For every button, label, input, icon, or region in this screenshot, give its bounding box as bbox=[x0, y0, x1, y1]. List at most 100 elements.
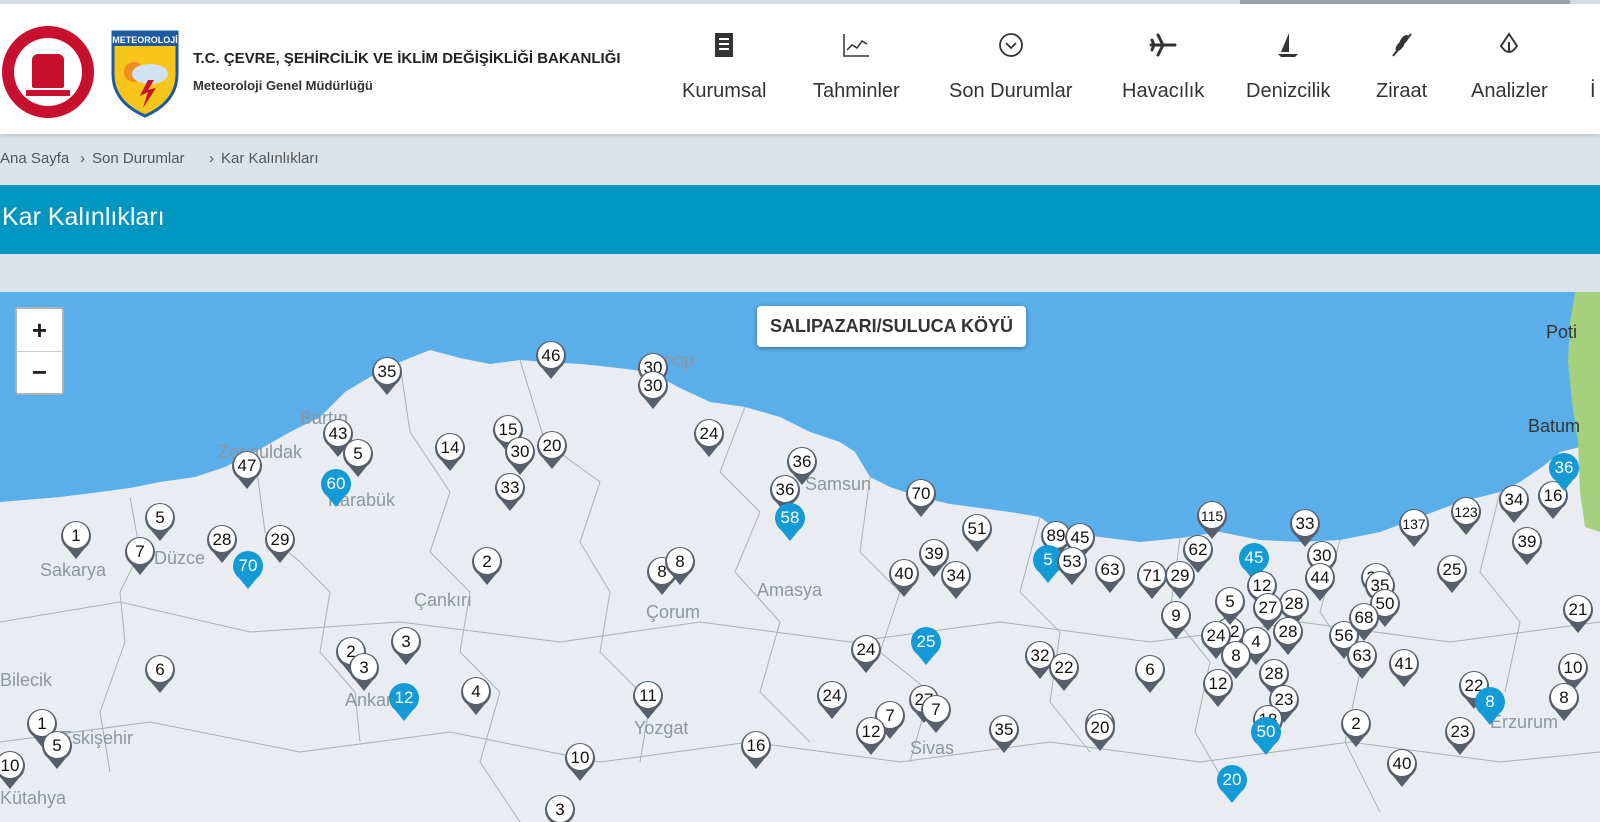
station-marker[interactable]: 34 bbox=[941, 561, 971, 599]
station-marker[interactable]: 29 bbox=[1165, 561, 1195, 599]
nav-son-durumlar[interactable]: Son Durumlar bbox=[949, 32, 1072, 103]
station-marker[interactable]: 115 bbox=[1197, 501, 1227, 539]
station-marker[interactable]: 35 bbox=[989, 715, 1019, 753]
station-marker[interactable]: 5 bbox=[145, 503, 175, 541]
station-marker[interactable]: 10 bbox=[565, 743, 595, 781]
station-marker[interactable]: 51 bbox=[962, 514, 992, 552]
station-marker[interactable]: 33 bbox=[1290, 509, 1320, 547]
airplane-icon bbox=[1122, 32, 1204, 62]
station-marker[interactable]: 35 bbox=[372, 357, 402, 395]
station-marker[interactable]: 3 bbox=[545, 795, 575, 822]
nav-havacilik[interactable]: Havacılık bbox=[1122, 32, 1204, 103]
ministry-logo[interactable] bbox=[2, 26, 94, 118]
station-marker[interactable]: 23 bbox=[1445, 717, 1475, 755]
marker-value: 24 bbox=[1207, 626, 1226, 645]
marker-value: 33 bbox=[501, 478, 520, 497]
station-marker[interactable]: 41 bbox=[1389, 649, 1419, 687]
station-marker[interactable]: 4 bbox=[461, 677, 491, 715]
station-marker[interactable]: 3 bbox=[391, 627, 421, 665]
station-marker[interactable]: 6 bbox=[145, 655, 175, 693]
station-marker[interactable]: 2 bbox=[472, 547, 502, 585]
station-marker[interactable]: 5 bbox=[343, 439, 373, 477]
snow-depth-map[interactable]: Sinop Samsun Çankırı Çorum Amasya Sakary… bbox=[0, 292, 1600, 822]
station-marker[interactable]: 7 bbox=[921, 695, 951, 733]
marker-value: 27 bbox=[1259, 598, 1278, 617]
station-marker[interactable]: 40 bbox=[889, 559, 919, 597]
station-marker[interactable]: 60 bbox=[321, 469, 351, 507]
station-marker[interactable]: 47 bbox=[232, 451, 262, 489]
station-marker[interactable]: 25 bbox=[1437, 555, 1467, 593]
marker-value: 89 bbox=[1047, 526, 1066, 545]
station-marker[interactable]: 30 bbox=[505, 437, 535, 475]
station-marker[interactable]: 20 bbox=[1217, 765, 1247, 803]
station-marker[interactable]: 11 bbox=[633, 681, 663, 719]
station-marker[interactable]: 5 bbox=[42, 731, 72, 769]
marker-value: 16 bbox=[1544, 486, 1563, 505]
chart-icon bbox=[813, 32, 900, 62]
station-marker[interactable]: 16 bbox=[741, 731, 771, 769]
station-marker[interactable]: 9 bbox=[1161, 601, 1191, 639]
station-marker[interactable]: 24 bbox=[817, 681, 847, 719]
station-marker[interactable]: 7 bbox=[125, 537, 155, 575]
marker-value: 24 bbox=[857, 640, 876, 659]
marker-value: 44 bbox=[1311, 568, 1330, 587]
nav-tahminler[interactable]: Tahminler bbox=[813, 32, 900, 103]
marker-value: 20 bbox=[1223, 770, 1242, 789]
station-marker[interactable]: 39 bbox=[1512, 527, 1542, 565]
station-marker[interactable]: 3 bbox=[349, 653, 379, 691]
meteoroloji-logo-text: METEOROLOJİ bbox=[112, 35, 178, 45]
station-marker[interactable]: 70 bbox=[906, 479, 936, 517]
station-marker[interactable]: 29 bbox=[265, 525, 295, 563]
station-marker[interactable]: 58 bbox=[775, 503, 805, 541]
station-marker[interactable]: 2 bbox=[1341, 709, 1371, 747]
station-marker[interactable]: 12 bbox=[856, 717, 886, 755]
station-marker[interactable]: 28 bbox=[207, 525, 237, 563]
nav-analizler[interactable]: Analizler bbox=[1471, 32, 1548, 103]
station-marker[interactable]: 20 bbox=[1085, 713, 1115, 751]
station-marker[interactable]: 28 bbox=[1273, 617, 1303, 655]
breadcrumb-home[interactable]: Ana Sayfa bbox=[0, 150, 69, 167]
station-marker[interactable]: 22 bbox=[1049, 653, 1079, 691]
nav-denizcilik[interactable]: Denizcilik bbox=[1246, 32, 1330, 103]
nav-ziraat[interactable]: Ziraat bbox=[1376, 32, 1427, 103]
station-marker[interactable]: 12 bbox=[1203, 669, 1233, 707]
zoom-out-button[interactable]: − bbox=[17, 351, 62, 393]
zoom-in-button[interactable]: + bbox=[17, 309, 62, 351]
station-marker[interactable]: 137 bbox=[1399, 509, 1429, 547]
breadcrumb-son-durumlar[interactable]: Son Durumlar bbox=[92, 150, 185, 167]
station-marker[interactable]: 50 bbox=[1251, 717, 1281, 755]
station-marker[interactable]: 53 bbox=[1057, 547, 1087, 585]
station-marker[interactable]: 44 bbox=[1305, 563, 1335, 601]
station-marker[interactable]: 63 bbox=[1095, 555, 1125, 593]
station-marker[interactable]: 5 bbox=[1215, 587, 1245, 625]
station-marker[interactable]: 8 bbox=[1475, 687, 1505, 725]
station-marker[interactable]: 21 bbox=[1563, 595, 1593, 633]
nav-kurumsal[interactable]: Kurumsal bbox=[682, 32, 766, 103]
station-marker[interactable]: 12 bbox=[389, 683, 419, 721]
station-marker[interactable]: 6 bbox=[1135, 655, 1165, 693]
station-marker[interactable]: 34 bbox=[1499, 485, 1529, 523]
station-marker[interactable]: 20 bbox=[537, 431, 567, 469]
station-marker[interactable]: 40 bbox=[1387, 749, 1417, 787]
marker-value: 63 bbox=[1101, 560, 1120, 579]
station-marker[interactable]: 70 bbox=[233, 551, 263, 589]
station-marker[interactable]: 24 bbox=[694, 419, 724, 457]
station-marker[interactable]: 63 bbox=[1347, 641, 1377, 679]
marker-value: 68 bbox=[1355, 608, 1374, 627]
marker-value: 63 bbox=[1353, 646, 1372, 665]
marker-value: 3 bbox=[359, 658, 368, 677]
station-marker[interactable]: 71 bbox=[1137, 561, 1167, 599]
nav-more[interactable]: İ bbox=[1590, 32, 1596, 103]
station-marker[interactable]: 33 bbox=[495, 473, 525, 511]
station-marker[interactable]: 123 bbox=[1451, 497, 1481, 535]
station-marker[interactable]: 1 bbox=[61, 521, 91, 559]
station-marker[interactable]: 10 bbox=[0, 751, 25, 789]
station-marker[interactable]: 46 bbox=[536, 341, 566, 379]
station-marker[interactable]: 8 bbox=[1549, 683, 1579, 721]
station-marker[interactable]: 24 bbox=[851, 635, 881, 673]
station-marker[interactable]: 30 bbox=[638, 371, 668, 409]
station-marker[interactable]: 14 bbox=[435, 433, 465, 471]
station-marker[interactable]: 25 bbox=[911, 627, 941, 665]
meteoroloji-logo[interactable]: METEOROLOJİ bbox=[110, 30, 180, 118]
content-spacer bbox=[0, 254, 1600, 292]
